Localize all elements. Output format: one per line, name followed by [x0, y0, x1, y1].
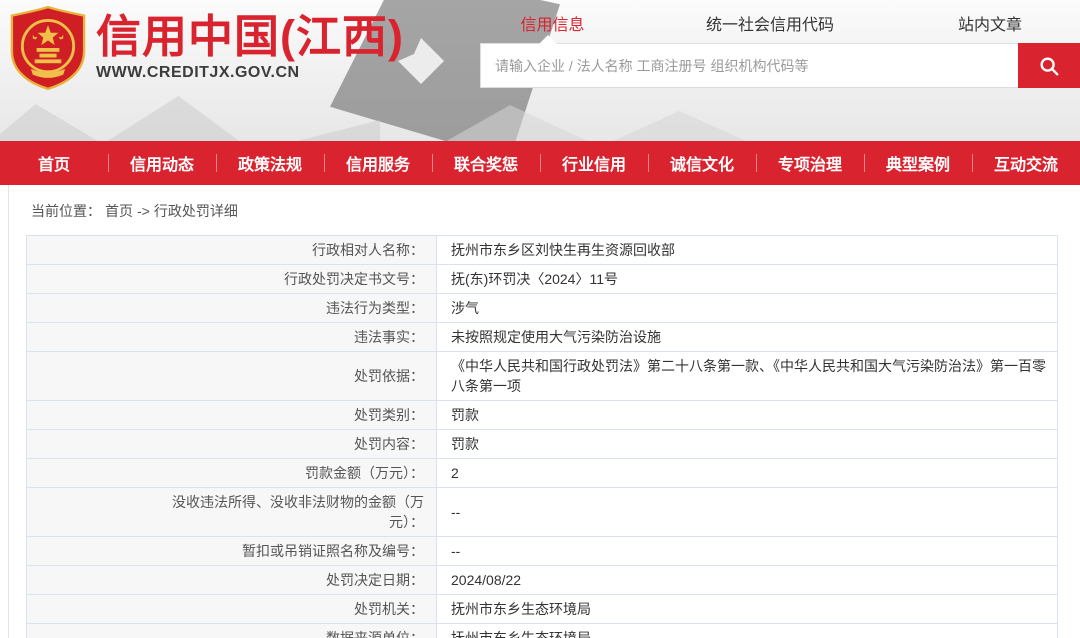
row-label: 违法行为类型： — [27, 294, 437, 322]
row-value: 罚款 — [437, 401, 1057, 429]
nav-item-integrity-culture[interactable]: 诚信文化 — [648, 151, 756, 175]
site-logo[interactable]: 信用中国(江西) WWW.CREDITJX.GOV.CN — [10, 5, 404, 91]
site-url: WWW.CREDITJX.GOV.CN — [96, 64, 300, 82]
nav-item-policies-label[interactable]: 政策法规 — [238, 151, 302, 175]
search-tab-credit-info[interactable]: 信用信息 — [480, 11, 625, 35]
main-nav: 首页 信用动态 政策法规 信用服务 联合奖惩 行业信用 诚信文化 专项治理 典型… — [0, 141, 1080, 185]
search-area: 信用信息 统一社会信用代码 站内文章 — [480, 8, 1080, 88]
nav-item-credit-services-label[interactable]: 信用服务 — [346, 151, 410, 175]
table-row: 行政处罚决定书文号： 抚(东)环罚决〈2024〉11号 — [27, 265, 1057, 294]
row-value: -- — [437, 488, 1057, 536]
table-row: 处罚机关： 抚州市东乡生态环境局 — [27, 595, 1057, 624]
row-value: 抚(东)环罚决〈2024〉11号 — [437, 265, 1057, 293]
row-label: 处罚内容： — [27, 430, 437, 458]
breadcrumb: 当前位置： 首页 -> 行政处罚详细 — [9, 199, 1080, 223]
row-value: 未按照规定使用大气污染防治设施 — [437, 323, 1057, 351]
nav-item-typical-cases-label[interactable]: 典型案例 — [886, 151, 950, 175]
row-label: 违法事实： — [27, 323, 437, 351]
row-label: 没收违法所得、没收非法财物的金额（万元）： — [27, 488, 437, 536]
search-tab-site-articles[interactable]: 站内文章 — [915, 11, 1065, 35]
row-label: 罚款金额（万元）： — [27, 459, 437, 487]
content-area: 当前位置： 首页 -> 行政处罚详细 行政相对人名称： 抚州市东乡区刘快生再生资源… — [8, 185, 1080, 638]
national-emblem-icon — [10, 5, 86, 91]
nav-item-joint-rewards[interactable]: 联合奖惩 — [432, 151, 540, 175]
row-label: 暂扣或吊销证照名称及编号： — [27, 537, 437, 565]
breadcrumb-home-link[interactable]: 首页 — [105, 201, 133, 221]
nav-item-credit-news[interactable]: 信用动态 — [108, 151, 216, 175]
nav-item-interaction-label[interactable]: 互动交流 — [994, 151, 1058, 175]
nav-item-home[interactable]: 首页 — [0, 151, 108, 175]
penalty-detail-table: 行政相对人名称： 抚州市东乡区刘快生再生资源回收部 行政处罚决定书文号： 抚(东… — [26, 235, 1058, 638]
row-value: 抚州市东乡生态环境局 — [437, 595, 1057, 623]
search-box — [480, 35, 1080, 88]
nav-item-special-governance[interactable]: 专项治理 — [756, 151, 864, 175]
row-label: 处罚决定日期： — [27, 566, 437, 594]
search-tabs: 信用信息 统一社会信用代码 站内文章 — [480, 8, 1080, 38]
row-value: 罚款 — [437, 430, 1057, 458]
table-row: 罚款金额（万元）： 2 — [27, 459, 1057, 488]
table-row: 没收违法所得、没收非法财物的金额（万元）： -- — [27, 488, 1057, 537]
search-button[interactable] — [1018, 43, 1080, 88]
row-label: 处罚依据： — [27, 352, 437, 400]
nav-item-typical-cases[interactable]: 典型案例 — [864, 151, 972, 175]
site-title: 信用中国(江西) — [96, 11, 404, 62]
header-mountain-art — [0, 96, 380, 141]
table-row: 违法事实： 未按照规定使用大气污染防治设施 — [27, 323, 1057, 352]
row-label: 数据来源单位： — [27, 624, 437, 638]
table-row: 处罚内容： 罚款 — [27, 430, 1057, 459]
row-value: 涉气 — [437, 294, 1057, 322]
breadcrumb-prefix: 当前位置： — [31, 203, 101, 219]
table-row: 违法行为类型： 涉气 — [27, 294, 1057, 323]
row-value: 抚州市东乡区刘快生再生资源回收部 — [437, 236, 1057, 264]
row-label: 处罚类别： — [27, 401, 437, 429]
row-label: 行政处罚决定书文号： — [27, 265, 437, 293]
nav-item-joint-rewards-label[interactable]: 联合奖惩 — [454, 151, 518, 175]
site-header: 信用中国(江西) WWW.CREDITJX.GOV.CN 信用信息 统一社会信用… — [0, 0, 1080, 141]
row-value: 2024/08/22 — [437, 566, 1057, 594]
nav-item-integrity-culture-label[interactable]: 诚信文化 — [670, 151, 734, 175]
search-input[interactable] — [481, 44, 1018, 87]
nav-item-home-label[interactable]: 首页 — [38, 151, 70, 175]
nav-item-credit-services[interactable]: 信用服务 — [324, 151, 432, 175]
nav-item-policies[interactable]: 政策法规 — [216, 151, 324, 175]
row-value: -- — [437, 537, 1057, 565]
header-mountain-art-2 — [420, 105, 780, 141]
nav-item-special-governance-label[interactable]: 专项治理 — [778, 151, 842, 175]
table-row: 处罚类别： 罚款 — [27, 401, 1057, 430]
nav-item-industry-credit[interactable]: 行业信用 — [540, 151, 648, 175]
row-value: 抚州市东乡生态环境局 — [437, 624, 1057, 638]
row-label: 处罚机关： — [27, 595, 437, 623]
search-icon — [1040, 56, 1059, 75]
row-label: 行政相对人名称： — [27, 236, 437, 264]
nav-item-industry-credit-label[interactable]: 行业信用 — [562, 151, 626, 175]
header-flag-emblem-art — [398, 38, 444, 84]
search-tab-unified-code[interactable]: 统一社会信用代码 — [625, 11, 915, 35]
table-row: 处罚决定日期： 2024/08/22 — [27, 566, 1057, 595]
table-row: 暂扣或吊销证照名称及编号： -- — [27, 537, 1057, 566]
row-value: 2 — [437, 459, 1057, 487]
table-row: 数据来源单位： 抚州市东乡生态环境局 — [27, 624, 1057, 638]
table-row: 行政相对人名称： 抚州市东乡区刘快生再生资源回收部 — [27, 236, 1057, 265]
breadcrumb-current: 行政处罚详细 — [153, 203, 238, 219]
table-row: 处罚依据： 《中华人民共和国行政处罚法》第二十八条第一款、《中华人民共和国大气污… — [27, 352, 1057, 401]
nav-item-credit-news-label[interactable]: 信用动态 — [130, 151, 194, 175]
breadcrumb-separator: -> — [137, 203, 150, 219]
nav-item-interaction[interactable]: 互动交流 — [972, 151, 1080, 175]
row-value: 《中华人民共和国行政处罚法》第二十八条第一款、《中华人民共和国大气污染防治法》第… — [437, 352, 1057, 400]
